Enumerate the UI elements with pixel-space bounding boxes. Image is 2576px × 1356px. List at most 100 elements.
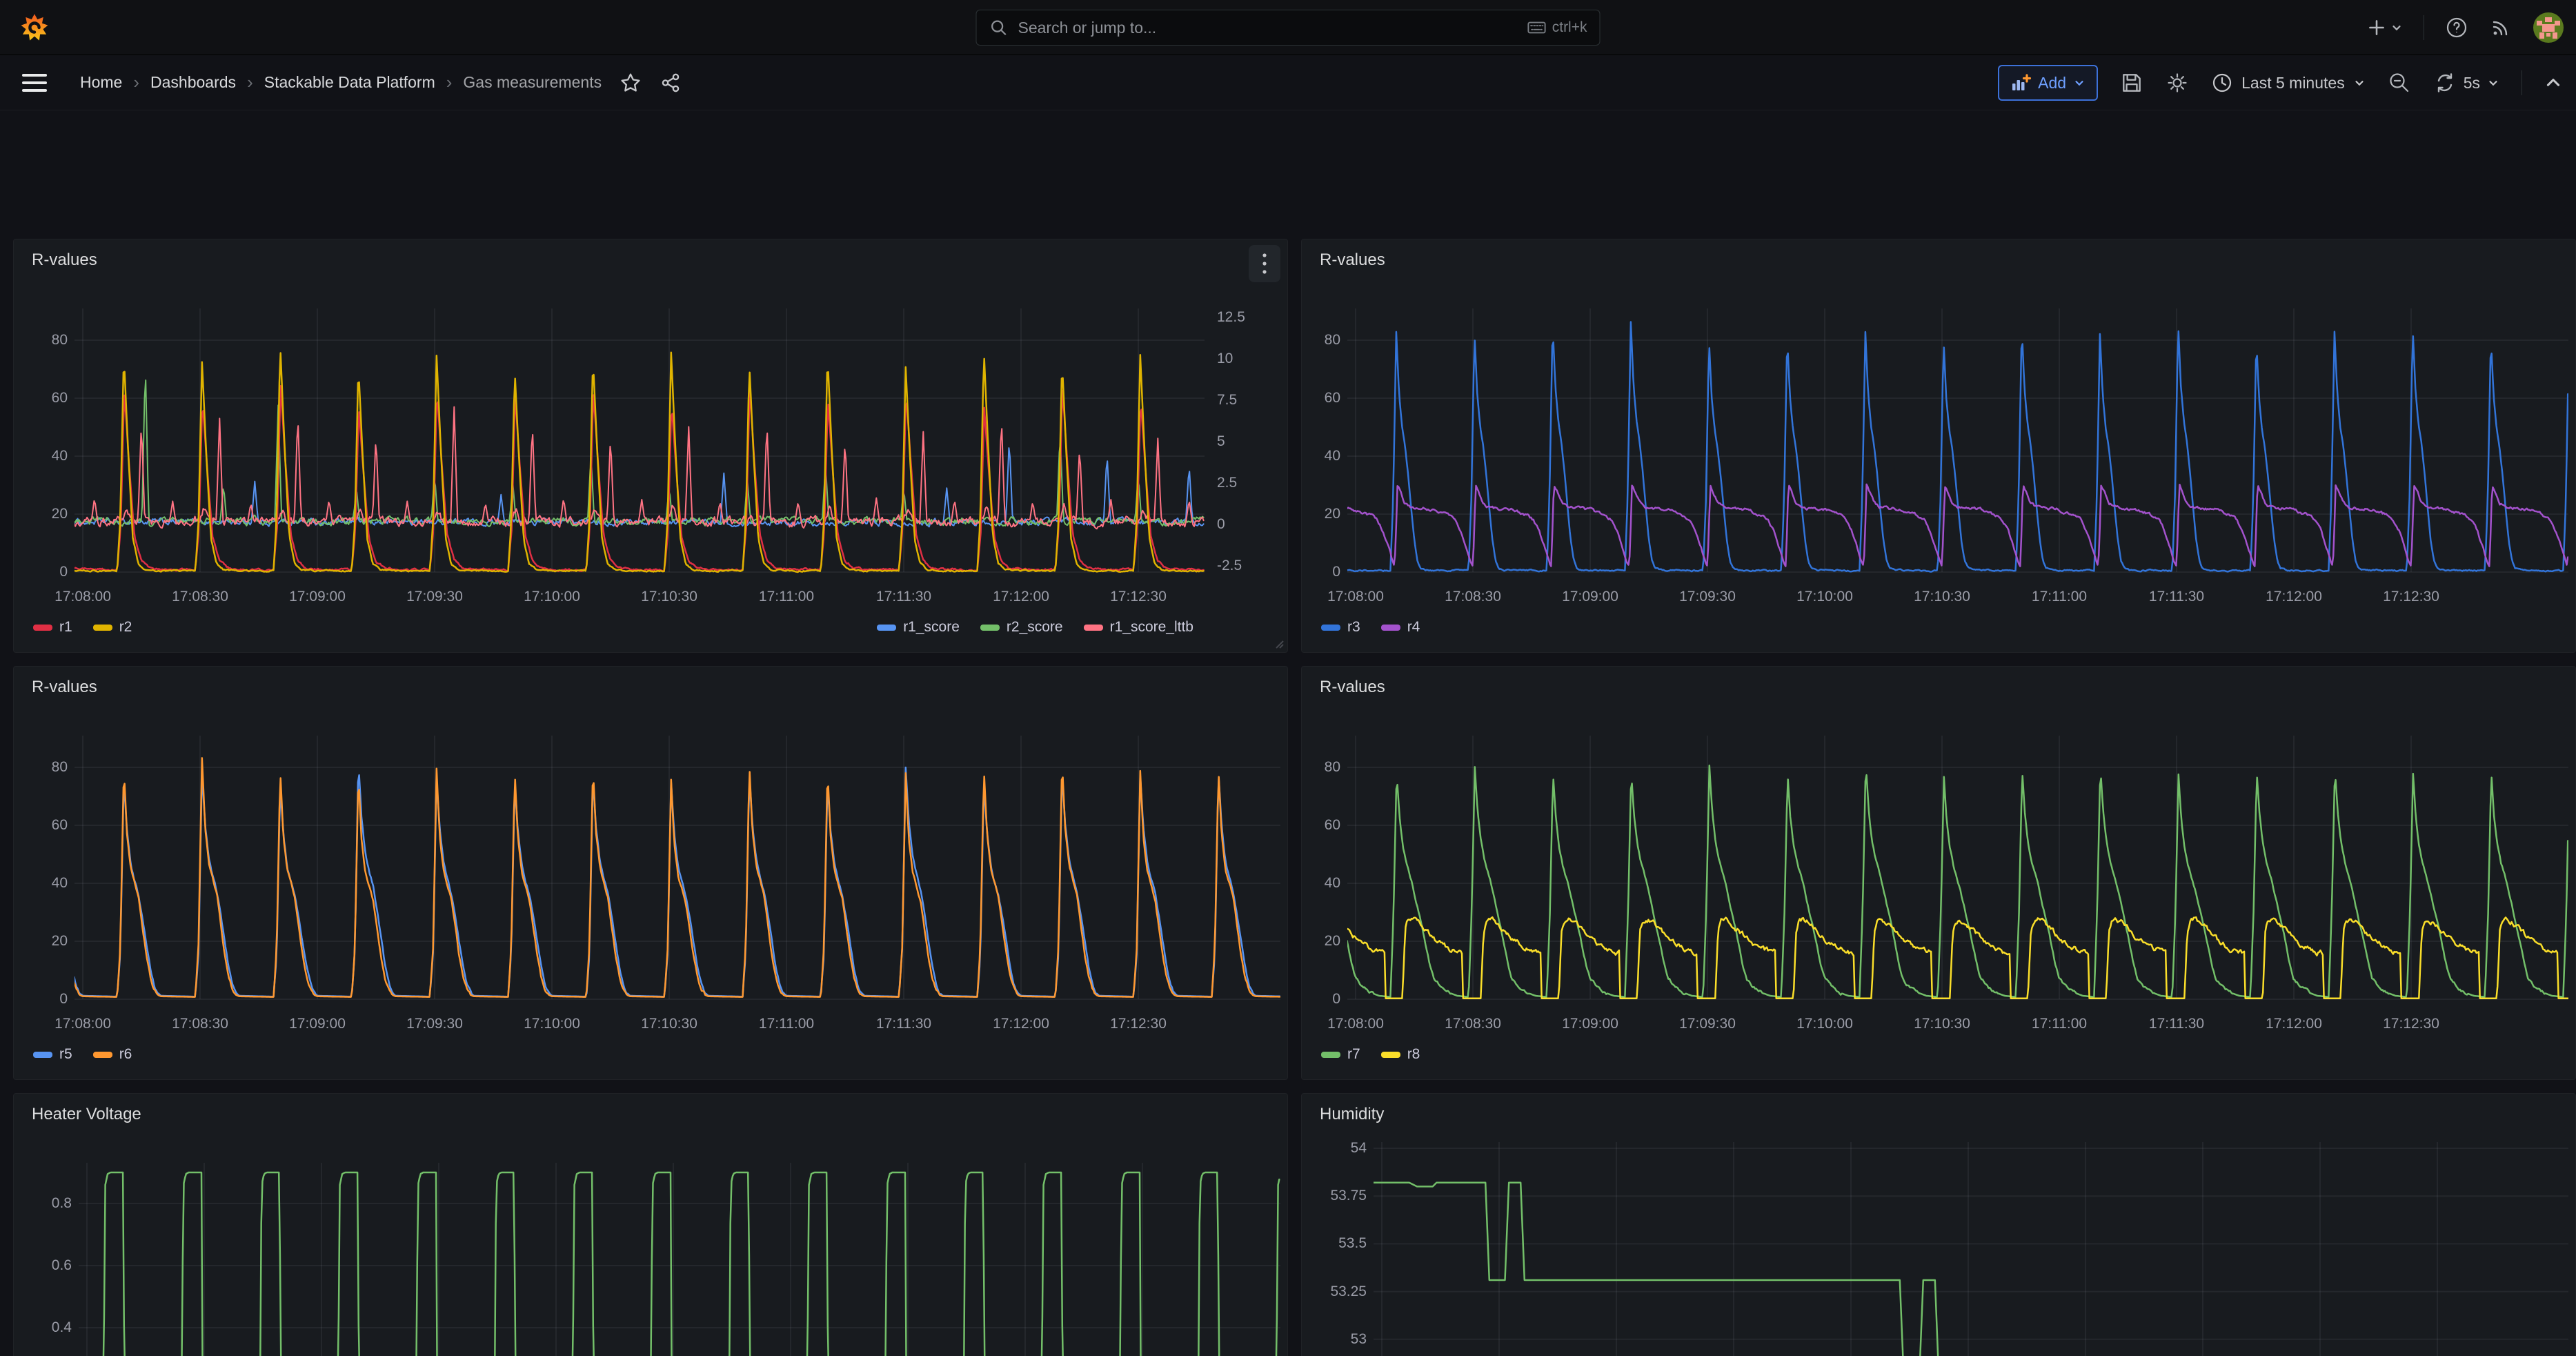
refresh-interval-label[interactable]: 5s	[2464, 74, 2480, 92]
x-axis-tick: 17:12:30	[2352, 1016, 2470, 1032]
y-axis-tick: 60	[8, 390, 68, 406]
legend-item-r1[interactable]: r1	[33, 619, 72, 636]
y-axis-tick: 0	[1281, 564, 1340, 580]
plus-icon	[2366, 17, 2388, 39]
collapse-toolbar-button[interactable]	[2544, 74, 2562, 92]
x-axis-tick: 17:10:30	[611, 1016, 728, 1032]
y-axis-tick: 40	[8, 875, 68, 892]
legend-item-r3[interactable]: r3	[1321, 619, 1360, 636]
breadcrumb-folder[interactable]: Stackable Data Platform	[264, 73, 435, 92]
legend-label: r7	[1347, 1046, 1360, 1063]
menu-toggle-button[interactable]	[22, 74, 47, 92]
x-axis-tick: 17:10:00	[1766, 1016, 1883, 1032]
legend-item-r1_score_lttb[interactable]: r1_score_lttb	[1084, 619, 1193, 636]
dashboard-settings-button[interactable]	[2166, 71, 2189, 95]
legend-label: r6	[119, 1046, 132, 1063]
add-panel-icon	[2010, 72, 2031, 93]
help-button[interactable]	[2445, 16, 2468, 39]
add-panel-button[interactable]: Add	[1998, 65, 2098, 101]
dashboard-panel: Heater Voltage0.20.40.60.817:08:0017:08:…	[13, 1093, 1288, 1356]
chevron-down-icon[interactable]	[2487, 77, 2499, 89]
save-icon	[2120, 71, 2143, 95]
top-nav-bar: Search or jump to... ctrl+k	[0, 0, 2576, 55]
legend-swatch	[1084, 625, 1103, 631]
zoom-out-button[interactable]	[2388, 71, 2411, 95]
legend-item-r1_score[interactable]: r1_score	[877, 619, 960, 636]
y-axis-right-tick: 2.5	[1217, 475, 1276, 491]
legend-label: r4	[1407, 619, 1420, 636]
x-axis-tick: 17:08:30	[141, 589, 259, 605]
legend-item-r5[interactable]: r5	[33, 1046, 72, 1063]
y-axis-right-tick: -2.5	[1217, 558, 1276, 574]
time-range-picker[interactable]: Last 5 minutes	[2211, 72, 2366, 94]
breadcrumb-dashboards[interactable]: Dashboards	[150, 73, 236, 92]
y-axis-tick: 0	[8, 991, 68, 1008]
x-axis-tick: 17:10:30	[1883, 589, 2001, 605]
legend-item-r2_score[interactable]: r2_score	[980, 619, 1063, 636]
x-axis-tick: 17:08:00	[24, 589, 141, 605]
x-axis-tick: 17:12:00	[2235, 589, 2352, 605]
y-axis-tick: 53	[1307, 1331, 1367, 1348]
breadcrumb-separator: ›	[133, 72, 139, 93]
grafana-logo-icon[interactable]	[19, 12, 50, 43]
y-axis-tick: 20	[8, 933, 68, 950]
legend-label: r3	[1347, 619, 1360, 636]
legend-swatch	[93, 1052, 112, 1058]
chevron-down-icon	[2353, 77, 2366, 89]
dashboard-panel: R-values02040608017:08:0017:08:3017:09:0…	[1301, 666, 2576, 1080]
favorite-button[interactable]	[620, 72, 642, 94]
legend-item-r8[interactable]: r8	[1381, 1046, 1420, 1063]
x-axis-tick: 17:08:30	[1414, 589, 1532, 605]
breadcrumb-separator: ›	[446, 72, 453, 93]
series-line-humidity	[1358, 1183, 2576, 1356]
x-axis-tick: 17:10:00	[493, 589, 611, 605]
new-menu-button[interactable]	[2366, 17, 2403, 39]
rss-icon	[2489, 16, 2513, 39]
add-button-label: Add	[2038, 74, 2066, 92]
panel-resize-handle[interactable]	[1274, 638, 1285, 649]
gear-icon	[2166, 71, 2189, 95]
y-axis-right-tick: 10	[1217, 351, 1276, 367]
y-axis-tick: 40	[8, 448, 68, 464]
dashboard-toolbar: Home › Dashboards › Stackable Data Platf…	[0, 55, 2576, 110]
share-button[interactable]	[660, 72, 682, 94]
y-axis-tick: 0	[1281, 991, 1340, 1008]
series-line-r8	[1347, 917, 2568, 999]
legend-swatch	[1321, 625, 1340, 631]
x-axis-tick: 17:08:00	[24, 1016, 141, 1032]
series-line-r5	[75, 767, 1280, 996]
panel-legend: r1 r2 r1_score r2_score r1_score_lttb	[33, 619, 1193, 636]
y-axis-right-tick: 0	[1217, 516, 1276, 533]
legend-item-r6[interactable]: r6	[93, 1046, 132, 1063]
legend-label: r1_score	[903, 619, 960, 636]
search-input[interactable]: Search or jump to... ctrl+k	[976, 10, 1601, 46]
x-axis-tick: 17:09:00	[1532, 1016, 1649, 1032]
legend-swatch	[980, 625, 1000, 631]
x-axis-tick: 17:09:00	[1532, 589, 1649, 605]
legend-item-r7[interactable]: r7	[1321, 1046, 1360, 1063]
refresh-button[interactable]	[2433, 71, 2457, 95]
y-axis-tick: 0.8	[12, 1195, 72, 1212]
panel-plot-area[interactable]	[1302, 1094, 2576, 1356]
series-line-r7	[1347, 765, 2568, 996]
legend-item-r4[interactable]: r4	[1381, 619, 1420, 636]
save-dashboard-button[interactable]	[2120, 71, 2143, 95]
x-axis-tick: 17:09:30	[1649, 589, 1766, 605]
y-axis-tick: 0	[8, 564, 68, 580]
x-axis-tick: 17:09:00	[259, 1016, 376, 1032]
series-line-r1_score	[75, 448, 1204, 527]
legend-label: r2_score	[1007, 619, 1063, 636]
y-axis-right-tick: 12.5	[1217, 309, 1276, 326]
y-axis-tick: 60	[1281, 390, 1340, 406]
news-button[interactable]	[2489, 16, 2513, 39]
y-axis-tick: 60	[1281, 817, 1340, 834]
user-avatar[interactable]	[2533, 12, 2564, 43]
legend-item-r2[interactable]: r2	[93, 619, 132, 636]
x-axis-tick: 17:11:30	[2118, 589, 2235, 605]
x-axis-tick: 17:11:00	[2001, 1016, 2118, 1032]
breadcrumb-home[interactable]: Home	[80, 73, 122, 92]
zoom-out-icon	[2388, 71, 2411, 95]
panel-plot-area[interactable]	[14, 1094, 1289, 1356]
refresh-controls: 5s	[2433, 71, 2499, 95]
x-axis-tick: 17:08:00	[1297, 589, 1414, 605]
